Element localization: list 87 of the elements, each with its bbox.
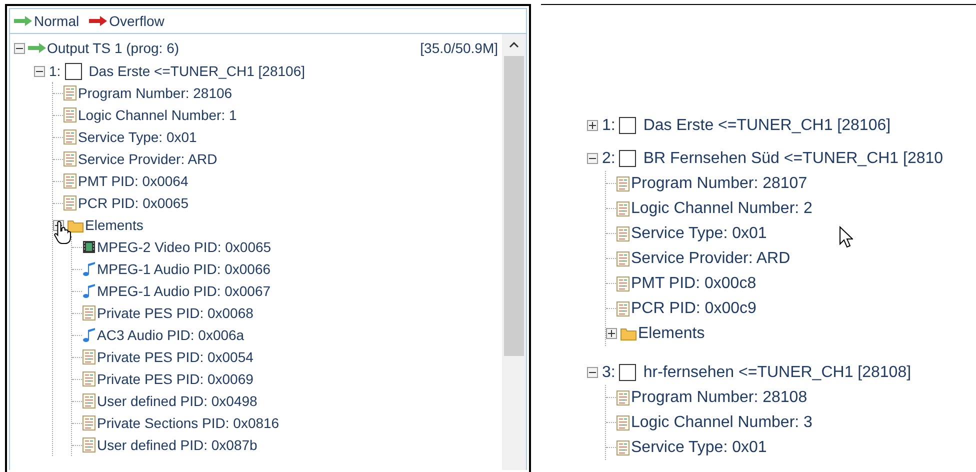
document-icon — [616, 200, 630, 216]
music-note-icon — [82, 327, 96, 343]
tree-item[interactable]: AC3 Audio PID: 0x006a — [97, 327, 244, 343]
tree-item[interactable]: Service Provider: ARD — [78, 151, 218, 167]
tree-item[interactable]: MPEG-1 Audio PID: 0x0067 — [97, 283, 271, 299]
expand-toggle[interactable] — [587, 120, 598, 131]
tree-item[interactable]: Private Sections PID: 0x0816 — [97, 415, 280, 431]
document-icon — [63, 129, 77, 145]
tree-item[interactable]: PMT PID: 0x00c8 — [631, 274, 756, 292]
document-icon — [616, 226, 630, 242]
chevron-up-icon — [509, 42, 519, 48]
document-icon — [616, 414, 630, 430]
music-note-icon — [82, 261, 96, 277]
tree-item[interactable]: Das Erste <=TUNER_CH1 [28106] — [88, 63, 306, 79]
program-number: 2: — [602, 150, 616, 168]
pointer-cursor-icon — [839, 226, 853, 248]
tree-item[interactable]: Service Type: 0x01 — [631, 224, 767, 242]
tree-item[interactable]: Program Number: 28106 — [78, 85, 232, 101]
minus-icon — [589, 369, 596, 376]
tree-item[interactable]: Program Number: 28107 — [631, 174, 808, 192]
tree-item[interactable]: User defined PID: 0x087b — [97, 437, 258, 453]
program-number: 1: — [602, 116, 616, 134]
expand-toggle[interactable] — [606, 328, 617, 339]
tree-item[interactable]: hr-fernsehen <=TUNER_CH1 [28108] — [643, 364, 912, 382]
tree-item[interactable]: PMT PID: 0x0064 — [78, 173, 188, 189]
arrow-icon — [28, 43, 46, 53]
collapse-toggle[interactable] — [34, 66, 45, 76]
checkbox[interactable] — [64, 62, 82, 80]
tree-item[interactable]: BR Fernsehen Süd <=TUNER_CH1 [2810 — [643, 150, 944, 168]
collapse-toggle[interactable] — [14, 42, 25, 54]
tree-item[interactable]: MPEG-2 Video PID: 0x0065 — [97, 239, 272, 255]
document-icon — [63, 195, 77, 211]
tree-item[interactable]: Private PES PID: 0x0069 — [97, 371, 254, 387]
folder-icon — [67, 218, 84, 232]
arrow-icon — [14, 16, 32, 26]
checkbox[interactable] — [619, 364, 636, 381]
legend-label: Overflow — [109, 13, 164, 29]
tree-item[interactable]: Elements — [638, 324, 705, 342]
tree-item[interactable]: Private PES PID: 0x0054 — [97, 349, 254, 365]
document-icon — [63, 107, 77, 123]
document-icon — [63, 151, 77, 167]
tree-item[interactable]: MPEG-1 Audio PID: 0x0066 — [97, 261, 271, 277]
tree-item[interactable]: Private PES PID: 0x0068 — [97, 305, 254, 321]
hand-cursor-icon — [54, 220, 72, 244]
film-icon — [82, 239, 96, 255]
bitrate-text: [35.0/50.9M] — [420, 40, 499, 56]
collapse-toggle[interactable] — [587, 367, 598, 378]
tree-item[interactable]: PCR PID: 0x0065 — [78, 195, 188, 211]
overflow-arrow-icon — [89, 16, 108, 26]
music-note-icon — [82, 283, 96, 299]
document-icon — [616, 440, 630, 456]
tree-item[interactable]: Service Provider: ARD — [631, 250, 790, 268]
tree-item[interactable]: Program Number: 28108 — [631, 388, 808, 406]
document-icon — [616, 250, 630, 266]
checkbox[interactable] — [619, 150, 636, 167]
tree-item[interactable]: Das Erste <=TUNER_CH1 [28106] — [643, 116, 891, 134]
checkbox[interactable] — [619, 117, 636, 134]
scrollbar-thumb[interactable] — [504, 56, 524, 356]
document-icon — [82, 437, 96, 453]
tree-item[interactable]: Logic Channel Number: 1 — [78, 107, 237, 123]
document-icon — [63, 173, 77, 189]
tree-root[interactable]: Output TS 1 (prog: 6) — [47, 40, 180, 56]
document-icon — [82, 305, 96, 321]
document-icon — [63, 85, 77, 101]
collapse-toggle[interactable] — [587, 153, 598, 164]
document-icon — [616, 390, 630, 406]
minus-icon — [589, 155, 596, 162]
program-number: 1: — [49, 63, 61, 79]
tree-item[interactable]: Logic Channel Number: 3 — [631, 414, 812, 432]
legend-label: Normal — [34, 13, 80, 29]
document-icon — [82, 393, 96, 409]
plus-icon — [608, 330, 615, 337]
document-icon — [616, 176, 630, 192]
document-icon — [82, 415, 96, 431]
document-icon — [82, 371, 96, 387]
document-icon — [82, 349, 96, 365]
tree-item[interactable]: PCR PID: 0x00c9 — [631, 300, 756, 318]
plus-icon — [589, 122, 596, 129]
folder-icon — [620, 326, 637, 341]
document-icon — [616, 276, 630, 292]
tree-item[interactable]: Elements — [85, 217, 144, 233]
tree-item[interactable]: Logic Channel Number: 2 — [631, 200, 812, 218]
tree-item[interactable]: Service Type: 0x01 — [78, 129, 197, 145]
tree-item[interactable]: User defined PID: 0x0498 — [97, 393, 258, 409]
tree-item[interactable]: Service Type: 0x01 — [631, 438, 767, 456]
program-number: 3: — [602, 364, 616, 382]
document-icon — [616, 300, 630, 316]
